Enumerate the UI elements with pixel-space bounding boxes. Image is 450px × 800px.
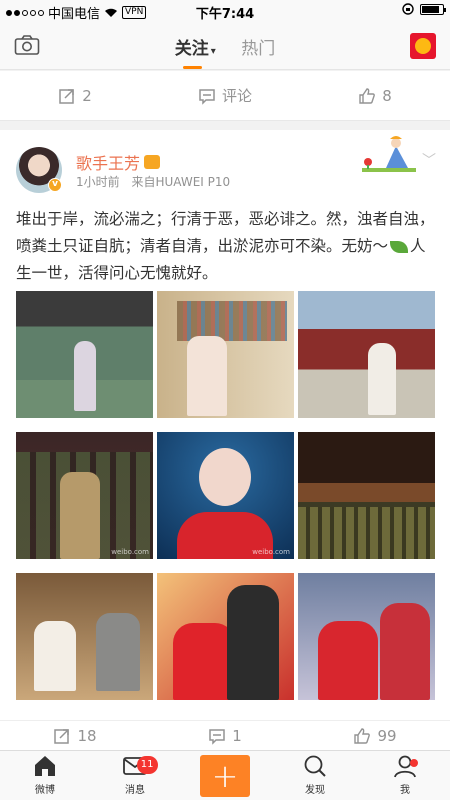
post-text-part-1: 堆出于岸，流必湍之；行清于恶，恶必诽之。然，浊者自浊，喷粪土只证自肮；清者自清，…: [16, 210, 435, 255]
tab-me[interactable]: 我: [360, 751, 450, 800]
comment-button[interactable]: 1: [150, 721, 300, 750]
photo-grid: weibo.com weibo.com: [16, 291, 435, 701]
tab-hot[interactable]: 热门: [241, 34, 275, 65]
chevron-down-icon: ▾: [210, 46, 216, 57]
weibo-watermark: weibo.com: [111, 548, 149, 556]
photo-6[interactable]: [298, 432, 435, 559]
tab-discover[interactable]: 发现: [270, 751, 360, 800]
photo-1[interactable]: [16, 291, 153, 418]
plus-icon: +: [200, 754, 250, 797]
photo-8[interactable]: [157, 573, 294, 700]
verified-badge-icon: v: [48, 178, 62, 192]
comment-button[interactable]: 评论: [150, 71, 300, 120]
orientation-lock-icon: [402, 3, 414, 15]
comment-icon: [209, 728, 225, 745]
post-source: 来自HUAWEI P10: [131, 175, 231, 189]
tab-me-label: 我: [400, 785, 410, 796]
username-row[interactable]: 歌手王芳: [76, 150, 161, 174]
photo-5[interactable]: weibo.com: [157, 432, 294, 559]
thumbs-up-icon: [359, 87, 376, 104]
photo-7[interactable]: [16, 573, 153, 700]
username[interactable]: 歌手王芳: [76, 150, 140, 174]
like-button[interactable]: 8: [300, 71, 450, 120]
post-text: 堆出于岸，流必湍之；行清于恶，恶必诽之。然，浊者自浊，喷粪土只证自肮；清者自清，…: [16, 206, 436, 287]
tab-following-label: 关注: [174, 39, 209, 59]
post-actions: 18 1 99: [0, 720, 450, 750]
chevron-down-icon[interactable]: ﹀: [422, 150, 436, 170]
card-decoration-icon: [362, 136, 416, 172]
photo-4[interactable]: weibo.com: [16, 432, 153, 559]
thumbs-up-icon: [354, 727, 371, 744]
previous-post-actions: 2 评论 8: [0, 71, 450, 121]
repost-icon: [54, 728, 70, 744]
tab-messages-label: 消息: [125, 785, 145, 796]
home-icon: [35, 756, 55, 776]
like-count: 99: [377, 726, 397, 745]
repost-count: 2: [82, 86, 92, 105]
post-time: 1小时前: [76, 175, 120, 189]
tab-messages[interactable]: 消息 11: [90, 751, 180, 800]
messages-badge: 11: [136, 756, 158, 774]
comment-label: 评论: [221, 87, 252, 105]
search-icon: [304, 755, 326, 777]
like-button[interactable]: 99: [300, 721, 450, 750]
tab-home-label: 微博: [35, 785, 55, 796]
tab-discover-label: 发现: [305, 785, 325, 796]
photo-2[interactable]: [157, 291, 294, 418]
clock: 下午7:44: [195, 7, 255, 22]
like-count: 8: [382, 86, 392, 105]
vip-crown-icon: [144, 155, 161, 169]
photo-3[interactable]: [298, 291, 435, 418]
weibo-post-card[interactable]: v 歌手王芳 1小时前 来自HUAWEI P10 ﹀ 堆出于岸，流必湍之；行清于…: [0, 130, 450, 720]
compose-button[interactable]: +: [180, 751, 270, 800]
leaf-emoji-icon: [390, 240, 409, 253]
comment-count: 1: [232, 726, 242, 745]
radar-icon[interactable]: [410, 33, 436, 59]
repost-icon: [59, 88, 74, 104]
top-nav: 关注 ▾ 热门: [0, 22, 450, 70]
weibo-watermark: weibo.com: [252, 548, 290, 556]
battery-icon: [420, 3, 446, 15]
tab-home[interactable]: 微博: [0, 751, 90, 800]
photo-9[interactable]: [298, 573, 435, 700]
repost-count: 18: [77, 726, 97, 745]
repost-button[interactable]: 2: [0, 71, 150, 120]
post-meta: 1小时前 来自HUAWEI P10: [76, 173, 238, 190]
bottom-tab-bar: 微博 消息 11 + 发现 我: [0, 750, 450, 800]
comment-icon: [199, 88, 215, 105]
repost-button[interactable]: 18: [0, 721, 150, 750]
tab-following[interactable]: 关注 ▾: [174, 34, 216, 69]
status-bar: 中国电信 VPN 下午7:44: [0, 0, 450, 22]
